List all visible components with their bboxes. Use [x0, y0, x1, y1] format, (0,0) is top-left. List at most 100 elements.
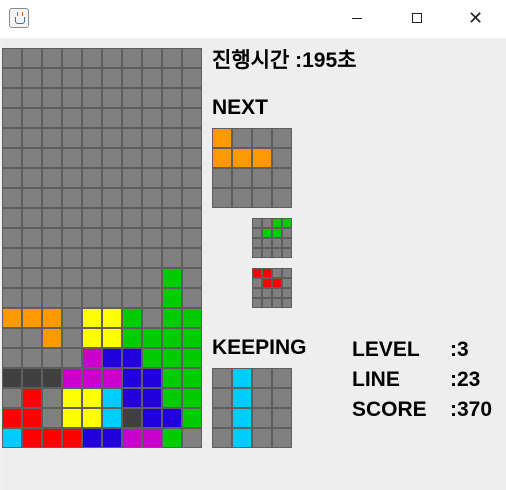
board-empty-cell	[182, 268, 202, 288]
board-empty-cell	[102, 148, 122, 168]
board-block-J	[122, 388, 142, 408]
next3-block-Z	[252, 268, 262, 278]
minimize-icon	[352, 18, 362, 19]
board-block-T	[82, 348, 102, 368]
board-empty-cell	[82, 108, 102, 128]
board-empty-cell	[182, 288, 202, 308]
board-block-O	[62, 388, 82, 408]
keep-empty-cell	[252, 428, 272, 448]
next2-empty-cell	[282, 248, 292, 258]
board-empty-cell	[122, 188, 142, 208]
board-empty-cell	[82, 148, 102, 168]
board-block-O	[82, 308, 102, 328]
board-empty-cell	[82, 48, 102, 68]
next-empty-cell	[252, 168, 272, 188]
maximize-icon	[412, 13, 422, 23]
next-empty-cell	[232, 168, 252, 188]
maximize-button[interactable]	[394, 0, 440, 38]
board-empty-cell	[82, 188, 102, 208]
game-board	[2, 48, 202, 448]
keep-empty-cell	[272, 408, 292, 428]
board-empty-cell	[82, 128, 102, 148]
next-empty-cell	[232, 128, 252, 148]
board-block-S	[162, 268, 182, 288]
board-empty-cell	[62, 188, 82, 208]
board-empty-cell	[142, 248, 162, 268]
board-block-O	[82, 408, 102, 428]
board-empty-cell	[82, 288, 102, 308]
next-empty-cell	[272, 168, 292, 188]
board-empty-cell	[142, 168, 162, 188]
board-empty-cell	[142, 68, 162, 88]
next-empty-cell	[232, 188, 252, 208]
board-empty-cell	[82, 88, 102, 108]
board-block-I	[2, 428, 22, 448]
board-empty-cell	[62, 288, 82, 308]
keep-empty-cell	[272, 368, 292, 388]
close-button[interactable]: ✕	[452, 0, 498, 38]
board-block-T	[142, 428, 162, 448]
board-empty-cell	[122, 228, 142, 248]
next-piece-preview	[212, 128, 292, 208]
board-empty-cell	[2, 88, 22, 108]
board-empty-cell	[22, 208, 42, 228]
board-empty-cell	[122, 68, 142, 88]
next3-empty-cell	[252, 288, 262, 298]
board-empty-cell	[2, 48, 22, 68]
board-block-O	[82, 388, 102, 408]
board-block-Z	[22, 388, 42, 408]
board-block-T	[62, 368, 82, 388]
board-empty-cell	[142, 228, 162, 248]
board-block-O	[62, 408, 82, 428]
board-block-S	[182, 388, 202, 408]
next3-empty-cell	[252, 298, 262, 308]
board-empty-cell	[2, 148, 22, 168]
board-empty-cell	[142, 268, 162, 288]
board-empty-cell	[82, 168, 102, 188]
board-block-S	[142, 328, 162, 348]
next-empty-cell	[272, 128, 292, 148]
keep-empty-cell	[252, 408, 272, 428]
board-empty-cell	[142, 128, 162, 148]
board-empty-cell	[42, 348, 62, 368]
board-empty-cell	[182, 68, 202, 88]
next2-empty-cell	[262, 218, 272, 228]
board-block-L	[2, 308, 22, 328]
keep-block-I	[232, 388, 252, 408]
board-empty-cell	[82, 208, 102, 228]
board-empty-cell	[142, 48, 162, 68]
board-empty-cell	[142, 148, 162, 168]
board-empty-cell	[142, 288, 162, 308]
keeping-label: KEEPING	[212, 336, 307, 359]
keep-empty-cell	[252, 368, 272, 388]
title-bar: ✕	[0, 0, 506, 38]
next2-block-S	[282, 218, 292, 228]
board-empty-cell	[22, 288, 42, 308]
minimize-button[interactable]	[334, 0, 380, 38]
board-empty-cell	[2, 68, 22, 88]
board-empty-cell	[42, 228, 62, 248]
board-block-Z	[42, 428, 62, 448]
next3-empty-cell	[282, 278, 292, 288]
board-block-J	[102, 428, 122, 448]
board-empty-cell	[122, 88, 142, 108]
next-empty-cell	[272, 188, 292, 208]
board-empty-cell	[22, 148, 42, 168]
next3-empty-cell	[262, 298, 272, 308]
line-value: :23	[450, 368, 481, 391]
board-empty-cell	[182, 128, 202, 148]
board-empty-cell	[122, 268, 142, 288]
next-empty-cell	[272, 148, 292, 168]
keep-empty-cell	[212, 368, 232, 388]
board-block-S	[162, 328, 182, 348]
board-block-S	[182, 408, 202, 428]
board-empty-cell	[162, 68, 182, 88]
board-empty-cell	[2, 228, 22, 248]
board-empty-cell	[62, 108, 82, 128]
board-block-S	[182, 368, 202, 388]
board-empty-cell	[162, 228, 182, 248]
java-cup-icon[interactable]	[9, 8, 29, 28]
board-empty-cell	[2, 188, 22, 208]
board-empty-cell	[182, 108, 202, 128]
level-name: LEVEL	[352, 338, 420, 361]
